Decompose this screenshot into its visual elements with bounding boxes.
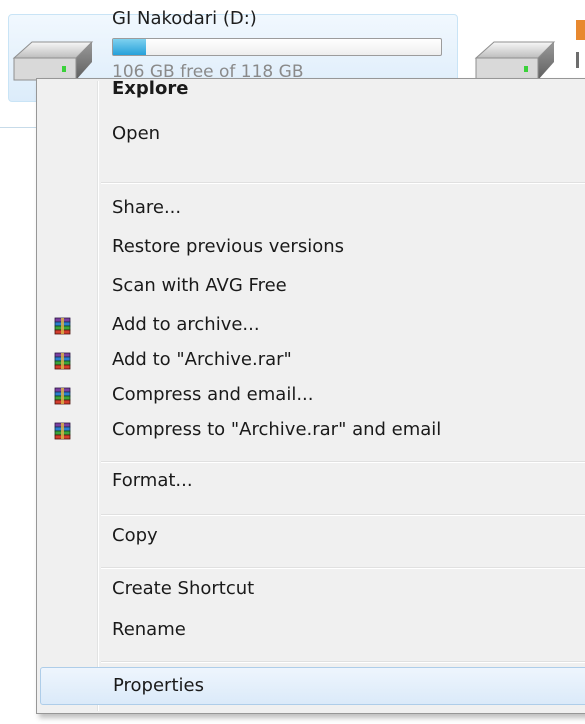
menu-item-label: Share... (112, 197, 182, 218)
menu-item-copy[interactable]: Copy (40, 519, 585, 555)
menu-separator (101, 661, 585, 663)
menu-item-label: Copy (112, 525, 158, 546)
menu-item-rename[interactable]: Rename (40, 613, 585, 649)
menu-item-explore[interactable]: Explore (40, 72, 585, 108)
menu-item-label: Scan with AVG Free (112, 275, 287, 296)
context-menu: Explore Open Share... Restore previous v… (36, 78, 585, 714)
menu-item-add-to-archive[interactable]: Add to archive... (40, 308, 585, 344)
menu-item-share[interactable]: Share... (40, 191, 585, 227)
menu-separator (101, 461, 585, 463)
menu-item-label: Explore (112, 78, 189, 99)
menu-item-label: Create Shortcut (112, 578, 255, 599)
group-divider (0, 127, 40, 128)
menu-item-add-to-archive-rar[interactable]: Add to "Archive.rar" (40, 343, 585, 379)
menu-item-label: Compress and email... (112, 384, 314, 405)
drive-name: GI Nakodari (D:) (112, 8, 257, 29)
menu-item-open[interactable]: Open (40, 117, 585, 153)
menu-item-label: Add to "Archive.rar" (112, 349, 292, 370)
winrar-books-icon (54, 352, 71, 370)
drive-label-fragment (576, 20, 585, 40)
menu-item-create-shortcut[interactable]: Create Shortcut (40, 572, 585, 608)
menu-item-label: Restore previous versions (112, 236, 345, 257)
menu-item-compress-and-email[interactable]: Compress and email... (40, 378, 585, 414)
menu-item-label: Format... (112, 470, 193, 491)
winrar-books-icon (54, 422, 71, 440)
explorer-window: GI Nakodari (D:) 106 GB free of 118 GB E… (0, 0, 585, 724)
capacity-fill (113, 39, 146, 55)
menu-separator (101, 567, 585, 569)
menu-item-format[interactable]: Format... (40, 464, 585, 500)
menu-item-label: Add to archive... (112, 314, 260, 335)
menu-item-label: Properties (113, 675, 204, 696)
menu-item-label: Open (112, 123, 161, 144)
capacity-bar (112, 38, 442, 56)
winrar-books-icon (54, 317, 71, 335)
menu-separator (101, 514, 585, 516)
menu-separator (101, 182, 585, 184)
menu-item-properties[interactable]: Properties (40, 667, 585, 705)
drive-label-fragment (576, 52, 579, 68)
menu-item-scan-avg[interactable]: Scan with AVG Free (40, 269, 585, 305)
menu-item-restore-previous-versions[interactable]: Restore previous versions (40, 230, 585, 266)
winrar-books-icon (54, 387, 71, 405)
menu-item-label: Compress to "Archive.rar" and email (112, 419, 442, 440)
menu-item-compress-to-rar-and-email[interactable]: Compress to "Archive.rar" and email (40, 413, 585, 449)
menu-item-label: Rename (112, 619, 186, 640)
